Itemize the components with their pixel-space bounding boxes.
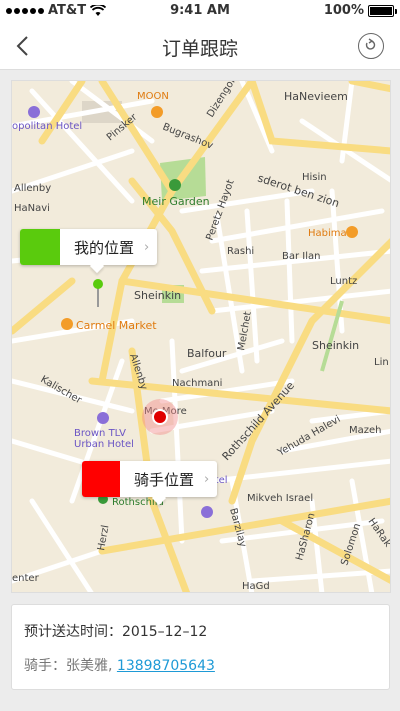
map-label-lin: Lin [374,357,389,368]
map-label-nachmani: Nachmani [172,378,222,389]
rider-marker [142,399,178,435]
rider-phone-link[interactable]: 13898705643 [117,658,215,674]
map-label-politan-hotel: opolitan Hotel [12,121,82,132]
battery-percent: 100% [323,3,364,18]
navigation-bar: 订单跟踪 [0,22,400,70]
page-title: 订单跟踪 [161,38,238,60]
carmel-poi-icon [61,318,73,330]
chevron-right-icon: › [204,471,210,487]
map-label-hisin: Hisin [302,172,327,183]
map-label-balfour: Balfour [187,347,227,360]
rider-row: 骑手：张美雅, 13898705643 [24,655,215,675]
order-info-card: 预计送达时间：2015–12–12 骑手：张美雅, 13898705643 [11,604,390,690]
map-label-hagd: HaGd [242,581,270,592]
map-label-hanevieem: HaNevieem [284,90,348,103]
politan-hotel-icon [28,106,40,118]
map-label-mikveh: Mikveh Israel [247,493,313,504]
chevron-right-icon: › [144,239,150,255]
brown-hotel-icon [97,412,109,424]
map-canvas: MOON HaNevieem opolitan Hotel Pinsker Bu… [12,81,390,592]
eta-row: 预计送达时间：2015–12–12 [24,621,207,641]
map-view[interactable]: MOON HaNevieem opolitan Hotel Pinsker Bu… [11,80,391,593]
map-label-enter: enter [12,573,40,584]
map-label-moon: MOON [137,91,169,102]
refresh-icon[interactable] [358,33,384,59]
moon-poi-icon [151,106,163,118]
rider-name: 张美雅, [66,658,113,674]
eta-label: 预计送达时间： [24,624,122,640]
status-right: 100% [323,3,397,18]
rider-location-callout[interactable]: 骑手位置 › [82,461,218,497]
eta-value: 2015–12–12 [122,624,208,640]
map-label-luntz: Luntz [330,276,357,287]
map-label-rashi: Rashi [227,246,254,257]
map-label-carmel: Carmel Market [76,319,157,332]
aviv-hotel-icon [201,506,213,518]
map-label-urban: Urban Hotel [74,439,134,450]
rider-location-label: 骑手位置 [134,470,195,489]
map-label-mazeh: Mazeh [349,425,382,436]
my-location-swatch [20,229,60,265]
status-bar: AT&T 9:41 AM 100% [0,0,400,22]
map-label-hanavi: HaNavi [14,203,50,214]
my-location-label: 我的位置 [74,238,135,257]
map-label-allenby-top: Allenby [14,183,51,194]
map-label-meir-garden: Meir Garden [142,195,210,208]
map-label-sheinkin2: Sheinkin [312,339,359,352]
map-label-sheinkin: Sheinkin [134,289,181,302]
meir-garden-icon [169,179,181,191]
my-location-callout[interactable]: 我的位置 › [20,229,158,265]
map-label-habima: Habima [308,228,347,239]
map-label-bar-ilan: Bar Ilan [282,251,320,262]
habima-poi-icon [346,226,358,238]
battery-icon [368,4,397,17]
map-label-brown: Brown TLV [74,428,126,439]
rider-label: 骑手： [24,658,66,674]
rider-location-swatch [82,461,120,497]
